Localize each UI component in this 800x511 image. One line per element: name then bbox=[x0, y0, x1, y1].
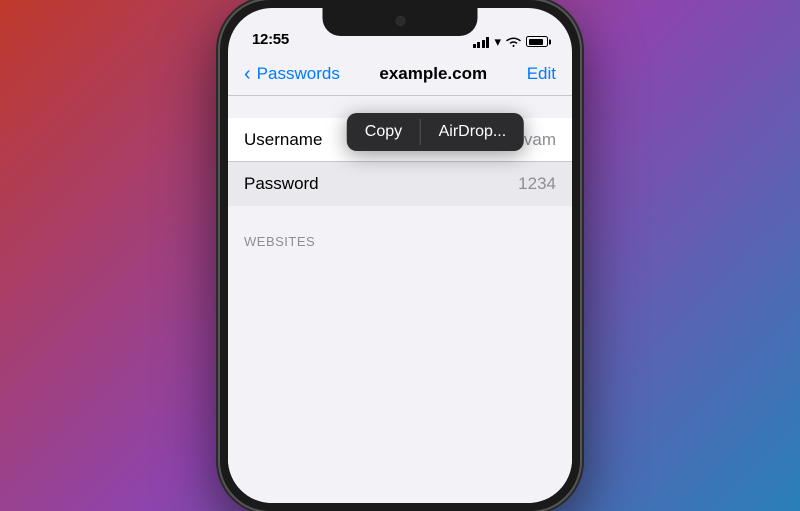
phone-frame: 12:55 ▾︎ bbox=[220, 0, 580, 511]
wifi-icon-svg bbox=[506, 36, 521, 47]
navigation-bar: ‹ Passwords example.com Edit bbox=[228, 52, 572, 96]
websites-section: WEBSITES bbox=[228, 228, 572, 253]
copy-button[interactable]: Copy bbox=[347, 113, 420, 151]
wifi-icon: ▾︎ bbox=[494, 35, 501, 48]
battery-icon bbox=[526, 36, 548, 47]
password-label: Password bbox=[244, 174, 319, 194]
notch bbox=[323, 8, 478, 36]
password-value: 1234 bbox=[518, 174, 556, 194]
content-area: Username shivam Copy AirDrop... Password… bbox=[228, 96, 572, 503]
airdrop-button[interactable]: AirDrop... bbox=[421, 113, 525, 151]
back-button[interactable]: ‹ Passwords bbox=[244, 64, 340, 84]
back-label: Passwords bbox=[257, 64, 340, 84]
username-row[interactable]: Username shivam Copy AirDrop... bbox=[228, 118, 572, 162]
status-icons: ▾︎ bbox=[473, 35, 548, 48]
edit-button[interactable]: Edit bbox=[527, 64, 556, 84]
screen: 12:55 ▾︎ bbox=[228, 8, 572, 503]
camera-sensor bbox=[395, 16, 405, 26]
websites-label: WEBSITES bbox=[228, 228, 572, 253]
context-menu: Copy AirDrop... bbox=[347, 113, 524, 151]
username-label: Username bbox=[244, 130, 322, 150]
back-chevron-icon: ‹ bbox=[244, 64, 251, 84]
page-title: example.com bbox=[379, 64, 487, 84]
credentials-group: Username shivam Copy AirDrop... Password… bbox=[228, 118, 572, 206]
phone-wrapper: 12:55 ▾︎ bbox=[210, 0, 590, 511]
password-row[interactable]: Password 1234 bbox=[228, 162, 572, 206]
signal-icon bbox=[473, 36, 490, 48]
status-time: 12:55 bbox=[252, 31, 289, 48]
